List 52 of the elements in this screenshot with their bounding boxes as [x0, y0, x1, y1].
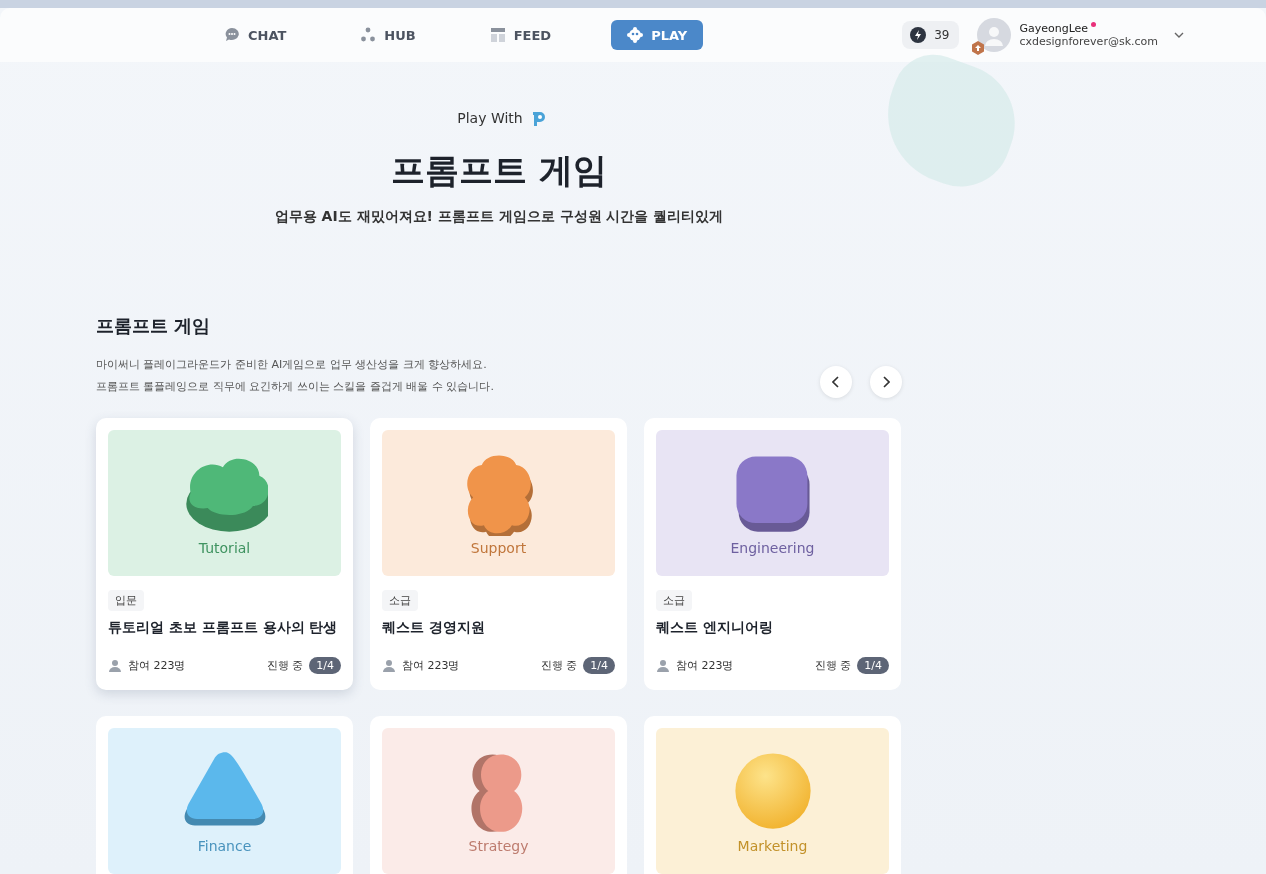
game-card[interactable]: Support 소급 퀘스트 경영지원 참여 223명 진행 중 1/4	[370, 418, 627, 690]
nav-tab[interactable]: FEED	[475, 20, 566, 50]
next-button[interactable]	[870, 366, 902, 398]
lightning-icon	[910, 27, 927, 43]
category-label: Support	[470, 540, 527, 556]
robot-face-icon	[627, 27, 644, 43]
chevron-right-icon	[882, 376, 890, 388]
person-icon	[108, 658, 122, 673]
card-title: 퀘스트 경영지원	[382, 619, 486, 637]
participant-count: 참여 223명	[676, 658, 734, 673]
category-label: Strategy	[468, 838, 529, 854]
level-tag: 소급	[656, 590, 692, 611]
section-description: 마이써니 플레이그라운드가 준비한 AI게임으로 업무 생산성을 크게 향상하세요. 프롬프트 롤플레잉으로 직무에 요긴하게 쓰이는 스킬을 즐겁게 배울 수 있습니다.	[96, 357, 494, 395]
hero-kicker: Play With	[457, 110, 523, 126]
user-email: cxdesignforever@sk.com	[1019, 35, 1158, 48]
nav-tab[interactable]: HUB	[346, 20, 430, 50]
progress-badge: 1/4	[309, 657, 341, 674]
nav-tab[interactable]: CHAT	[210, 20, 301, 50]
hero-subtitle: 업무용 AI도 재밌어져요! 프롬프트 게임으로 구성원 시간을 퀄리티있게	[274, 208, 724, 226]
nodes-icon	[360, 27, 377, 43]
chat-bubble-icon	[224, 27, 240, 43]
level-tag: 입문	[108, 590, 144, 611]
category-label: Finance	[197, 838, 252, 854]
avatar[interactable]	[977, 18, 1012, 52]
layout-icon	[489, 27, 506, 43]
nav-tab[interactable]: PLAY	[611, 20, 704, 50]
status-text: 진행 중	[540, 658, 578, 673]
status-text: 진행 중	[814, 658, 852, 673]
category-label: Tutorial	[198, 540, 251, 556]
chevron-down-icon	[1174, 32, 1184, 38]
card-title: 튜토리얼 초보 프롬프트 용사의 탄생	[108, 619, 339, 637]
level-tag: 소급	[382, 590, 418, 611]
person-icon	[656, 658, 670, 673]
hero-title: 프롬프트 게임	[391, 149, 607, 192]
participant-count: 참여 223명	[402, 658, 460, 673]
game-card[interactable]: Engineering 소급 퀘스트 엔지니어링 참여 223명 진행 중 1/4	[644, 418, 901, 690]
progress-badge: 1/4	[857, 657, 889, 674]
status-text: 진행 중	[266, 658, 304, 673]
participant-count: 참여 223명	[128, 658, 186, 673]
previous-button[interactable]	[820, 366, 852, 398]
rank-badge-icon	[971, 41, 986, 55]
category-label: Engineering	[730, 540, 815, 556]
points-count: 39	[934, 28, 950, 42]
card-title: 퀘스트 엔지니어링	[656, 619, 774, 637]
chevron-left-icon	[832, 376, 840, 388]
person-icon	[382, 658, 396, 673]
progress-badge: 1/4	[583, 657, 615, 674]
points-badge[interactable]: 39	[902, 21, 960, 49]
category-label: Marketing	[737, 838, 808, 854]
user-name: GayeongLee	[1019, 22, 1089, 35]
section-title: 프롬프트 게임	[96, 314, 212, 338]
game-card[interactable]: Tutorial 입문 튜토리얼 초보 프롬프트 용사의 탄생 참여 223명 진행 중 1/4	[96, 418, 353, 690]
